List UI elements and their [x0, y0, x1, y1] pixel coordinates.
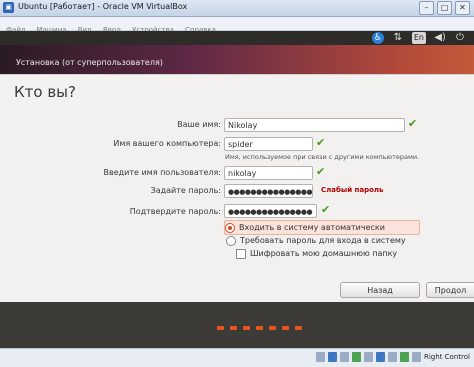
close-button[interactable]: ✕	[455, 1, 470, 15]
password-label: Задайте пароль:	[150, 186, 221, 195]
installer-step-title: Установка (от суперпользователя)	[16, 58, 163, 67]
computer-name-label: Имя вашего компьютера:	[113, 139, 221, 148]
progress-dot	[282, 326, 289, 330]
confirm-password-input[interactable]: ●●●●●●●●●●●●●●●	[224, 204, 317, 218]
installer-progress-band	[0, 302, 474, 348]
computer-name-input[interactable]: spider	[224, 137, 313, 151]
page-title: Кто вы?	[14, 83, 76, 101]
window-title: Ubuntu [Работает] - Oracle VM VirtualBox	[18, 2, 188, 11]
confirm-password-label: Подтвердите пароль:	[129, 207, 221, 216]
require-password-radio[interactable]	[226, 235, 236, 246]
progress-dot	[295, 326, 302, 330]
keyboard-capture-icon[interactable]	[412, 352, 421, 362]
window-controls: – □ ✕	[419, 1, 470, 15]
shared-folders-icon[interactable]	[364, 352, 373, 362]
progress-dot	[230, 326, 237, 330]
power-icon[interactable]: ⏻	[454, 32, 466, 44]
display-icon[interactable]	[376, 352, 385, 362]
ubuntu-top-panel: ♿ ⇅ En ◀) ⏻	[0, 31, 474, 45]
confirm-password-valid-check-icon: ✔	[321, 203, 331, 216]
computer-name-hint: Имя, используемое при связи с другими ко…	[225, 153, 420, 161]
network-adapter-icon[interactable]	[352, 352, 361, 362]
require-password-label: Требовать пароль для входа в систему	[240, 236, 406, 245]
accessibility-icon[interactable]: ♿	[371, 32, 384, 44]
mouse-integration-icon[interactable]	[400, 352, 409, 362]
encrypt-home-option[interactable]: Шифровать мою домашнюю папку	[236, 247, 397, 260]
password-strength-label: Слабый пароль	[321, 186, 384, 194]
name-input[interactable]: Nikolay	[224, 118, 405, 132]
video-capture-icon[interactable]	[388, 352, 397, 362]
computer-name-valid-check-icon: ✔	[316, 136, 326, 149]
username-input[interactable]: nikolay	[224, 166, 313, 180]
progress-dot	[269, 326, 276, 330]
usb-icon[interactable]	[340, 352, 349, 362]
minimize-button[interactable]: –	[419, 1, 434, 15]
network-icon[interactable]: ⇅	[392, 32, 404, 44]
progress-dot	[256, 326, 263, 330]
window-titlebar: ▣ Ubuntu [Работает] - Oracle VM VirtualB…	[0, 0, 474, 17]
volume-icon[interactable]: ◀)	[434, 32, 446, 44]
auto-login-radio[interactable]	[225, 222, 235, 233]
hard-disk-icon[interactable]	[316, 352, 325, 362]
name-valid-check-icon: ✔	[408, 117, 418, 130]
auto-login-label: Входить в систему автоматически	[239, 223, 385, 232]
name-label: Ваше имя:	[177, 120, 221, 129]
continue-button[interactable]: Продол	[426, 282, 474, 298]
host-key-label: Right Control	[424, 353, 470, 361]
back-button[interactable]: Назад	[340, 282, 420, 298]
auto-login-option[interactable]: Входить в систему автоматически	[224, 220, 420, 235]
menubar: Файл Машина Вид Ввод Устройства Справка	[0, 17, 474, 34]
require-password-option[interactable]: Требовать пароль для входа в систему	[226, 234, 406, 247]
system-tray: ♿ ⇅ En ◀) ⏻	[371, 32, 466, 44]
encrypt-home-checkbox[interactable]	[236, 248, 246, 259]
keyboard-layout-indicator[interactable]: En	[411, 32, 426, 44]
username-label: Введите имя пользователя:	[103, 168, 222, 177]
maximize-button[interactable]: □	[437, 1, 452, 15]
optical-drive-icon[interactable]	[328, 352, 337, 362]
encrypt-home-label: Шифровать мою домашнюю папку	[250, 249, 398, 258]
password-input[interactable]: ●●●●●●●●●●●●●●●	[224, 184, 313, 198]
virtualbox-icon: ▣	[3, 2, 14, 13]
progress-dot	[243, 326, 250, 330]
device-indicators	[316, 352, 421, 362]
progress-dot	[217, 326, 224, 330]
virtualbox-statusbar: Right Control	[0, 348, 474, 367]
username-valid-check-icon: ✔	[316, 165, 326, 178]
